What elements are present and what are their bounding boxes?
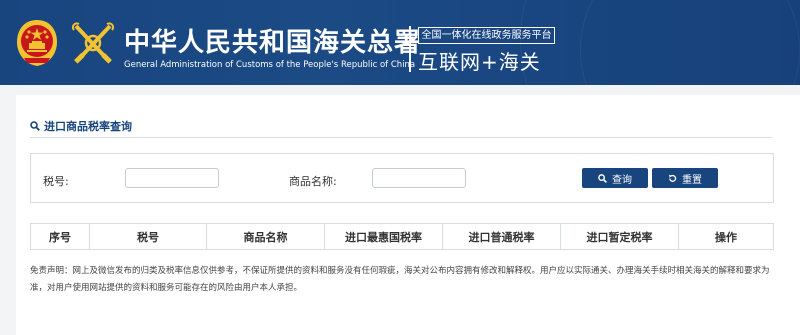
search-icon xyxy=(30,121,40,131)
query-button-label: 查询 xyxy=(612,174,632,186)
search-icon xyxy=(598,173,607,183)
customs-logo-icon xyxy=(71,22,115,64)
column-header-mfn-rate: 进口最惠国税率 xyxy=(325,224,443,249)
section-title-text: 进口商品税率查询 xyxy=(44,120,132,133)
reset-button[interactable]: 重置 xyxy=(652,168,718,188)
section-title: 进口商品税率查询 xyxy=(30,118,132,134)
tax-number-input[interactable] xyxy=(125,168,219,188)
internet-customs-title[interactable]: 互联网+海关 xyxy=(418,46,541,75)
column-header-general-rate: 进口普通税率 xyxy=(443,224,561,249)
column-header-provisional-rate: 进口暂定税率 xyxy=(561,224,679,249)
query-button[interactable]: 查询 xyxy=(582,168,648,188)
column-header-tax-number: 税号 xyxy=(90,224,207,249)
national-emblem-icon xyxy=(17,20,57,66)
tax-number-label: 税号: xyxy=(43,175,69,188)
column-header-product-name: 商品名称 xyxy=(207,224,325,249)
results-table-header: 序号 税号 商品名称 进口最惠国税率 进口普通税率 进口暂定税率 操作 xyxy=(30,223,774,250)
header-divider xyxy=(409,26,411,72)
site-title: 中华人民共和国海关总署 xyxy=(124,28,422,58)
product-name-label: 商品名称: xyxy=(289,175,337,188)
search-form: 税号: 商品名称: 查询 重置 xyxy=(30,153,774,203)
platform-badge[interactable]: 全国一体化在线政务服务平台 xyxy=(418,27,555,44)
site-header: 中华人民共和国海关总署 General Administration of Cu… xyxy=(0,0,800,85)
column-header-actions: 操作 xyxy=(715,230,737,244)
reset-button-label: 重置 xyxy=(682,174,702,186)
disclaimer-text: 免责声明：网上及微信发布的归类及税率信息仅供参考，不保证所提供的资料和服务没有任… xyxy=(30,266,770,293)
content-panel: 进口商品税率查询 税号: 商品名称: 查询 重置 序号 税号 商品名称 进口最惠… xyxy=(16,95,800,335)
site-title-english: General Administration of Customs of the… xyxy=(124,60,416,70)
section-divider xyxy=(30,137,772,138)
column-header-index: 序号 xyxy=(31,224,90,249)
header-decoration xyxy=(580,0,800,85)
reset-icon xyxy=(669,174,677,182)
product-name-input[interactable] xyxy=(372,168,466,188)
